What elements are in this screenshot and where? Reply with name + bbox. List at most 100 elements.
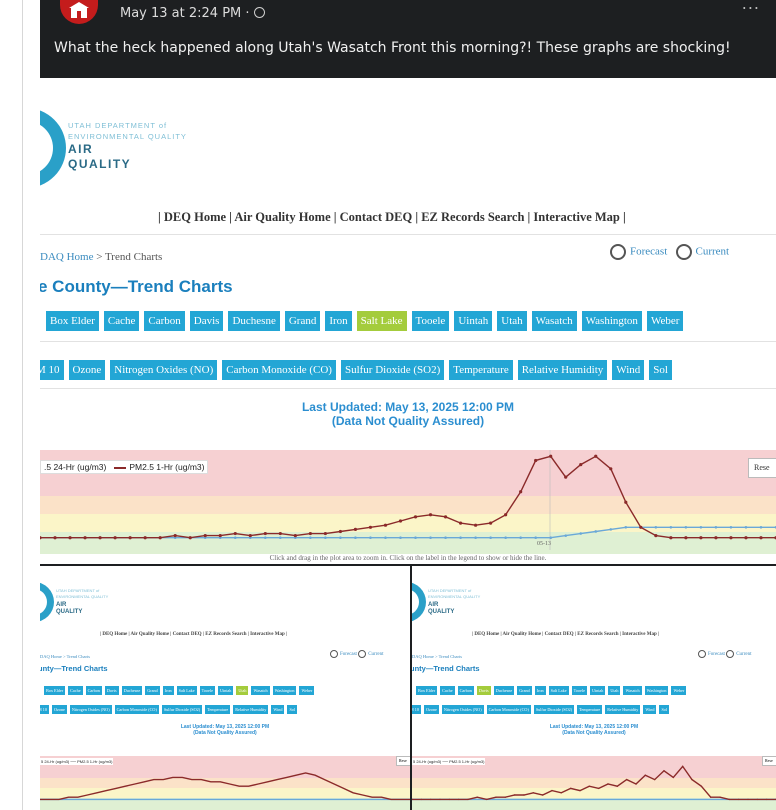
series-pm25-1hr-point[interactable] [729,536,733,540]
series-pm25-24hr-point[interactable] [534,536,537,540]
series-pm25-1hr-point[interactable] [53,536,57,540]
pollutant-button-ozone[interactable]: Ozone [51,705,67,714]
series-pm25-1hr-point[interactable] [532,792,535,794]
county-button-cache[interactable]: Cache [103,311,140,331]
series-pm25-1hr-point[interactable] [353,527,358,531]
pollutant-button-temperature[interactable]: Temperature [449,360,513,380]
series-pm25-1hr-point[interactable] [625,778,628,781]
current-link[interactable]: Current [696,246,730,258]
county-button-box-elder[interactable]: Box Elder [416,686,438,695]
pollutant-button-nitrogen-oxides-no-[interactable]: Nitrogen Oxides (NO) [69,705,112,714]
series-pm25-24hr-point[interactable] [549,536,552,540]
series-pm25-24hr-point[interactable] [264,536,267,540]
series-pm25-24hr-point[interactable] [474,536,477,540]
pollutant-button-temperature[interactable]: Temperature [577,705,603,714]
reset-zoom-button[interactable]: Rese [748,458,776,478]
chart-legend[interactable]: 5 24-Hr (ug/m3) ── PM2.5 1-Hr (ug/m3) [40,758,114,765]
series-pm25-1hr-point[interactable] [728,798,731,801]
series-pm25-24hr-point[interactable] [699,525,703,529]
county-button-tooele[interactable]: Tooele [199,686,215,695]
pollutant-button-carbon-monoxide-co-[interactable]: Carbon Monoxide (CO) [486,705,531,714]
series-pm25-1hr-point[interactable] [323,531,327,536]
series-pm25-1hr-point[interactable] [653,778,656,781]
county-button-uintah[interactable]: Uintah [454,311,493,331]
series-pm25-1hr-point[interactable] [457,798,460,801]
series-pm25-1hr-point[interactable] [654,534,658,538]
series-pm25-1hr-point[interactable] [504,796,507,798]
series-pm25-1hr-point[interactable] [248,534,252,538]
site-nav[interactable]: | DEQ Home | Air Quality Home | Contact … [472,632,659,637]
series-pm25-24hr-point[interactable] [504,536,507,540]
series-pm25-24hr-point[interactable] [714,525,718,529]
county-button-wasatch[interactable]: Wasatch [251,686,270,695]
chart-legend[interactable]: 5 24-Hr (ug/m3) ── PM2.5 1-Hr (ug/m3) [412,758,486,765]
series-pm25-1hr-point[interactable] [684,536,688,540]
pollutant-button-relative-humidity[interactable]: Relative Humidity [233,705,269,714]
county-button-salt-lake[interactable]: Salt Lake [356,311,407,331]
series-pm25-24hr-point[interactable] [624,525,628,529]
series-pm25-1hr-point[interactable] [143,536,147,540]
avatar[interactable] [60,0,98,24]
series-pm25-1hr-point[interactable] [560,792,563,794]
series-pm25-1hr-point[interactable] [439,798,441,801]
series-pm25-1hr-point[interactable] [669,536,673,540]
current-link[interactable]: Current [736,652,751,657]
series-pm25-1hr-point[interactable] [756,798,759,801]
series-pm25-1hr-point[interactable] [448,798,451,801]
county-button-iron[interactable]: Iron [162,686,174,695]
series-pm25-1hr-point[interactable] [616,785,619,787]
county-button-uintah[interactable]: Uintah [589,686,606,695]
series-pm25-1hr-point[interactable] [714,536,718,540]
series-pm25-1hr-point[interactable] [113,536,117,540]
series-pm25-1hr-point[interactable] [765,798,768,801]
pollutant-button-m-10[interactable]: M 10 [40,360,64,380]
pollutant-button-wind[interactable]: Wind [612,360,645,380]
series-pm25-24hr-point[interactable] [369,536,372,540]
series-pm25-24hr-point[interactable] [279,536,282,540]
series-pm25-1hr-point[interactable] [579,463,583,467]
series-pm25-1hr-point[interactable] [519,490,523,494]
series-pm25-24hr-point[interactable] [444,536,447,540]
series-pm25-24hr-point[interactable] [759,525,763,529]
series-pm25-1hr-point[interactable] [639,525,643,529]
site-nav[interactable]: | DEQ Home | Air Quality Home | Contact … [158,210,626,225]
series-pm25-24hr-point[interactable] [339,536,342,540]
breadcrumb-home-link[interactable]: DAQ Home [40,251,93,263]
county-button-carbon[interactable]: Carbon [85,686,102,695]
main-screenshot[interactable]: UTAH DEPARTMENT of ENVIRONMENTAL QUALITY… [40,78,776,564]
series-pm25-1hr-point[interactable] [624,500,628,504]
pollutant-button-nitrogen-oxides-no-[interactable]: Nitrogen Oxides (NO) [110,360,218,380]
forecast-link[interactable]: Forecast [708,652,725,657]
county-button-weber[interactable]: Weber [646,311,684,331]
series-pm25-1hr-point[interactable] [759,536,763,540]
site-nav[interactable]: | DEQ Home | Air Quality Home | Contact … [100,632,287,637]
chart-legend[interactable]: .5 24-Hr (ug/m3) PM2.5 1-Hr (ug/m3) [40,460,209,474]
county-button-utah[interactable]: Utah [236,686,249,695]
series-pm25-1hr-point[interactable] [663,770,665,772]
series-pm25-1hr-point[interactable] [564,475,568,479]
series-pm25-1hr-point[interactable] [188,536,192,540]
pollutant-button-m-10[interactable]: M 10 [412,705,421,714]
county-button-duchesne[interactable]: Duchesne [493,686,515,695]
pollutant-button-sol[interactable]: Sol [649,360,672,380]
series-pm25-1hr-point[interactable] [607,783,609,785]
pollutant-button-sulfur-dioxide-so2-[interactable]: Sulfur Dioxide (SO2) [161,705,203,714]
series-pm25-1hr-point[interactable] [158,536,162,540]
series-pm25-1hr-point[interactable] [278,531,282,536]
series-pm25-1hr-point[interactable] [737,798,740,801]
series-pm25-1hr-point[interactable] [709,796,712,798]
series-pm25-24hr-point[interactable] [579,532,583,535]
series-pm25-24hr-point[interactable] [429,536,432,540]
county-button-cache[interactable]: Cache [68,686,83,695]
series-pm25-1hr-point[interactable] [293,534,297,538]
series-pm25-1hr-point[interactable] [443,515,448,519]
series-pm25-1hr-point[interactable] [83,536,87,540]
series-pm25-1hr-point[interactable] [233,531,237,536]
series-pm25-1hr-point[interactable] [579,789,581,792]
current-link[interactable]: Current [368,652,383,657]
series-pm25-1hr-point[interactable] [597,787,600,790]
county-button-iron[interactable]: Iron [325,311,352,331]
series-pm25-1hr-point[interactable] [744,536,748,540]
county-button-wasatch[interactable]: Wasatch [623,686,642,695]
county-button-wasatch[interactable]: Wasatch [531,311,577,331]
